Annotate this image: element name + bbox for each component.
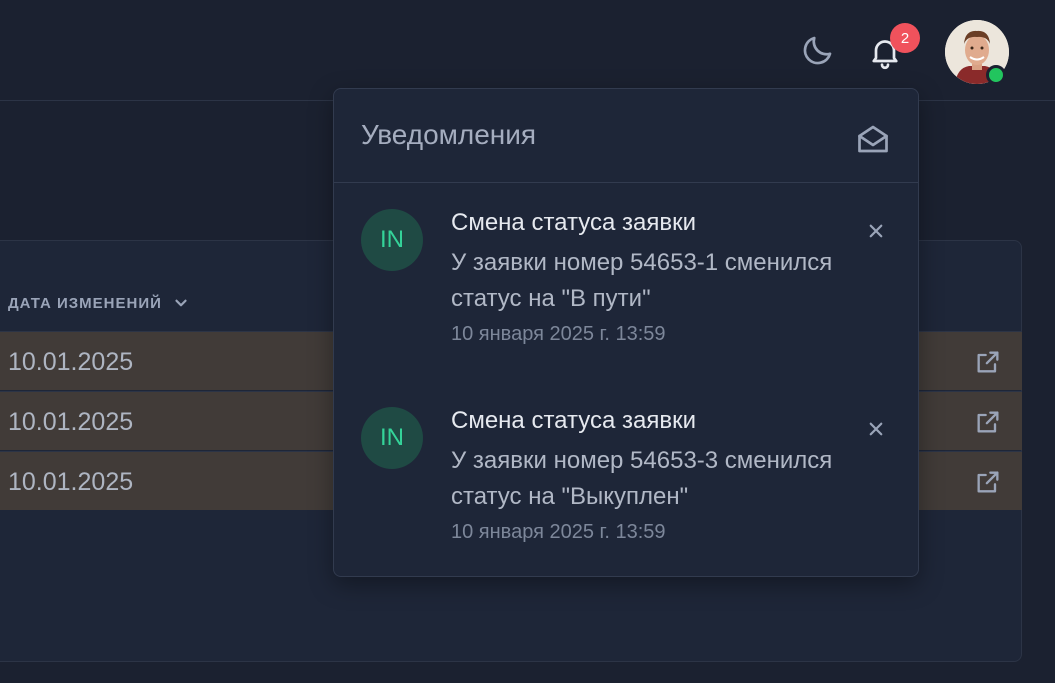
notifications-panel: Уведомления IN Смена статуса заявки У за…	[333, 88, 919, 577]
row-date: 10.01.2025	[8, 468, 134, 496]
open-external-button[interactable]	[973, 467, 1003, 497]
notification-title: Смена статуса заявки	[451, 209, 697, 236]
moon-icon	[803, 36, 832, 65]
dismiss-notification-button[interactable]	[864, 219, 888, 243]
notifications-panel-header: Уведомления	[334, 89, 918, 183]
notification-item[interactable]: IN Смена статуса заявки У заявки номер 5…	[334, 381, 918, 571]
notification-avatar: IN	[361, 209, 423, 271]
top-bar: 2	[0, 0, 1055, 101]
open-external-button[interactable]	[973, 347, 1003, 377]
dismiss-notification-button[interactable]	[864, 417, 888, 441]
external-link-icon	[977, 351, 999, 373]
open-external-button[interactable]	[973, 407, 1003, 437]
notification-body: У заявки номер 54653-1 сменился статус н…	[451, 249, 833, 312]
notification-item[interactable]: IN Смена статуса заявки У заявки номер 5…	[334, 183, 918, 373]
row-date: 10.01.2025	[8, 348, 134, 376]
column-header-date[interactable]: ДАТА ИЗМЕНЕНИЙ	[8, 294, 190, 312]
close-icon	[869, 224, 883, 238]
notification-time: 10 января 2025 г. 13:59	[451, 323, 666, 345]
external-link-icon	[977, 411, 999, 433]
column-header-label: ДАТА ИЗМЕНЕНИЙ	[8, 294, 162, 312]
mark-all-read-button[interactable]	[852, 119, 894, 159]
notification-title: Смена статуса заявки	[451, 407, 697, 434]
online-status-dot	[986, 65, 1006, 85]
envelope-open-icon	[858, 125, 888, 153]
external-link-icon	[977, 471, 999, 493]
notifications-panel-title: Уведомления	[361, 119, 537, 150]
theme-toggle-button[interactable]	[798, 30, 838, 70]
close-icon	[869, 422, 883, 436]
notification-avatar: IN	[361, 407, 423, 469]
notification-count-badge: 2	[890, 23, 920, 53]
row-date: 10.01.2025	[8, 408, 134, 436]
notification-body: У заявки номер 54653-3 сменился статус н…	[451, 447, 833, 510]
notification-time: 10 января 2025 г. 13:59	[451, 521, 666, 543]
chevron-down-icon	[175, 299, 187, 307]
